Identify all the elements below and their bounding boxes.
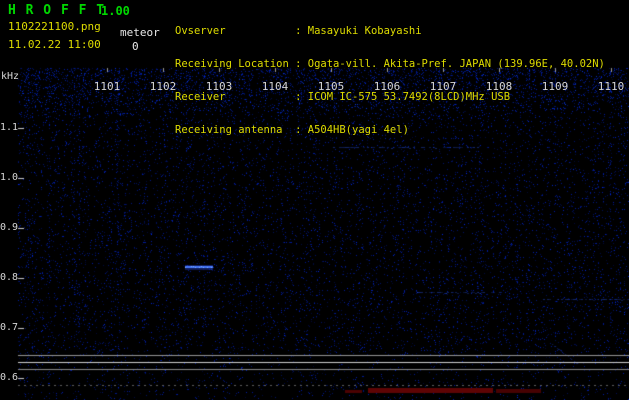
time-tick-label: 1104 bbox=[261, 80, 289, 93]
location-line: Receiving Location : Ogata-vill. Akita-P… bbox=[175, 58, 605, 70]
time-tick-label: 1103 bbox=[205, 80, 233, 93]
app-version: 1.00 bbox=[101, 4, 130, 18]
time-tick-label: 1109 bbox=[541, 80, 569, 93]
time-tick-label: 1107 bbox=[429, 80, 457, 93]
freq-tick-label: 0.8 bbox=[0, 272, 19, 283]
freq-tick-label: 0.7 bbox=[0, 322, 19, 333]
app-title: H R O F F T bbox=[8, 3, 106, 18]
receiver-line: Receiver : ICOM IC-575 53.7492(8LCD)MHz … bbox=[175, 91, 511, 103]
time-tick-label: 1110 bbox=[597, 80, 625, 93]
output-filename: 1102221100.png bbox=[8, 20, 101, 33]
time-tick-label: 1101 bbox=[93, 80, 121, 93]
time-tick-label: 1102 bbox=[149, 80, 177, 93]
freq-tick-label: 1.0 bbox=[0, 172, 19, 183]
antenna-line: Receiving antenna : A504HB(yagi 4el) bbox=[175, 124, 409, 136]
freq-tick-label: 0.6 bbox=[0, 372, 19, 383]
frequency-unit-label: kHz bbox=[1, 71, 20, 82]
freq-tick-label: 0.9 bbox=[0, 222, 19, 233]
hrofft-output-window: H R O F F T 1.00 1102221100.png meteor 1… bbox=[0, 0, 629, 400]
freq-tick-label: 1.1 bbox=[0, 122, 19, 133]
time-tick-label: 1106 bbox=[373, 80, 401, 93]
observer-line: Ovserver : Masayuki Kobayashi bbox=[175, 25, 422, 37]
time-tick-label: 1108 bbox=[485, 80, 513, 93]
time-tick-label: 1105 bbox=[317, 80, 345, 93]
datetime-label: 11.02.22 11:00 bbox=[8, 38, 101, 51]
echo-count: 0 bbox=[132, 40, 139, 53]
mode-label: meteor bbox=[120, 26, 160, 39]
